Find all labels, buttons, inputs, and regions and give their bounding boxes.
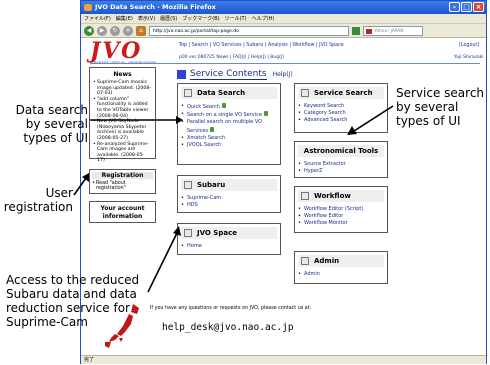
annotation-arrows <box>73 105 394 293</box>
arrow-subaru-head <box>173 226 181 236</box>
arrow-registration-head <box>82 173 89 182</box>
arrow-subaru <box>147 232 178 293</box>
arrow-service-search <box>353 105 394 132</box>
arrow-data-search-head <box>176 116 183 124</box>
arrow-registration <box>73 177 87 196</box>
